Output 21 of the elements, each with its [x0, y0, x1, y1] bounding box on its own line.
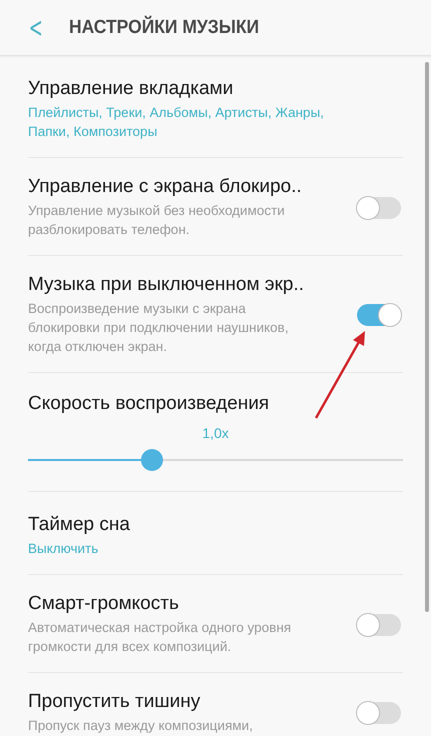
- setting-description: Управление музыкой без необходимости разблокировать телефон.: [28, 202, 286, 239]
- toggle-switch[interactable]: [357, 702, 401, 724]
- setting-description: Пропуск пауз между композициями,: [28, 717, 253, 735]
- setting-title: Смарт-громкость: [28, 593, 180, 615]
- toggle-switch[interactable]: [357, 304, 401, 326]
- setting-title: Музыка при выключенном экр..: [28, 274, 305, 296]
- toggle-switch[interactable]: [357, 196, 401, 218]
- setting-description: Автоматическая настройка одного уровня громкости для всех композиций.: [28, 619, 292, 656]
- setting-title: Пропустить тишину: [28, 691, 202, 713]
- slider-thumb[interactable]: [140, 449, 163, 471]
- speed-reading: 1,0x: [202, 425, 229, 441]
- setting-value: Выключить: [28, 540, 100, 558]
- setting-title: Скорость воспроизведения: [28, 393, 270, 415]
- setting-title: Управление с экрана блокиро..: [28, 176, 303, 198]
- setting-description: Воспроизведение музыки с экрана блокировки при подключении наушников, когда отключен экран.: [28, 300, 290, 356]
- toggle-switch[interactable]: [357, 614, 401, 636]
- setting-title: Управление вкладками: [28, 78, 234, 100]
- screen-title: НАСТРОЙКИ МУЗЫКИ: [69, 16, 260, 38]
- back-button[interactable]: <: [28, 14, 43, 42]
- setting-title: Таймер сна: [28, 514, 130, 536]
- setting-value: Плейлисты, Треки, Альбомы, Артисты, Жанры, Папки, Композиторы: [28, 104, 325, 141]
